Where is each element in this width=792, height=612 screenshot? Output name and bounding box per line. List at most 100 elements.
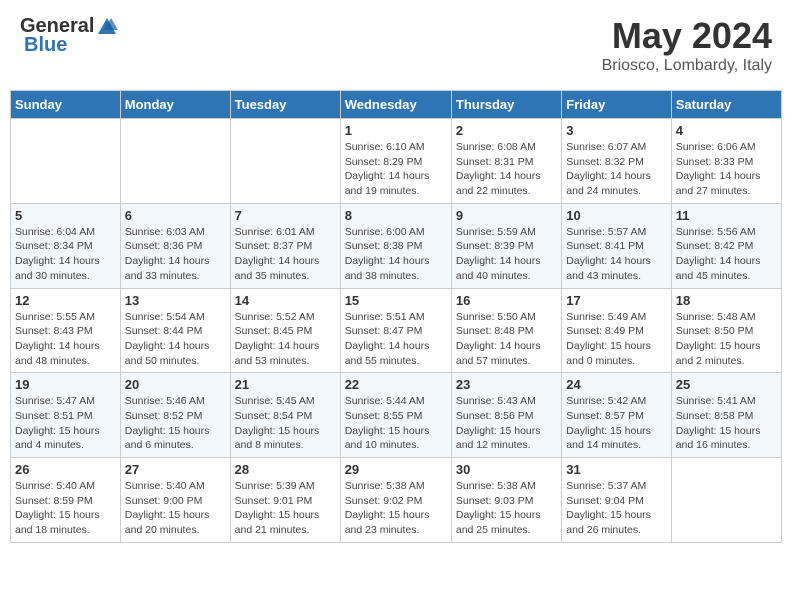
day-of-week-header: Saturday [671,91,781,119]
calendar-day-cell: 7 Sunrise: 6:01 AM Sunset: 8:37 PM Daylig… [230,203,340,288]
day-number: 22 [345,377,447,392]
calendar-day-cell: 8 Sunrise: 6:00 AM Sunset: 8:38 PM Daylig… [340,203,451,288]
day-info: Sunrise: 5:47 AM Sunset: 8:51 PM Dayligh… [15,394,116,453]
calendar-week-row: 5Sunrise: 6:04 AM Sunset: 8:34 PM Daylig… [11,203,782,288]
day-number: 3 [566,123,666,138]
day-number: 4 [676,123,777,138]
day-number: 27 [125,462,226,477]
day-number: 9 [456,208,557,223]
day-number: 28 [235,462,336,477]
calendar-day-cell: 6 Sunrise: 6:03 AM Sunset: 8:36 PM Daylig… [120,203,230,288]
day-number: 10 [566,208,666,223]
calendar-week-row: 26 Sunrise: 5:40 AM Sunset: 8:59 PM Dayli… [11,458,782,543]
calendar-day-cell: 1 Sunrise: 6:10 AM Sunset: 8:29 PM Daylig… [340,119,451,204]
calendar-day-cell: 9 Sunrise: 5:59 AM Sunset: 8:39 PM Daylig… [451,203,561,288]
calendar-day-cell: 23 Sunrise: 5:43 AM Sunset: 8:56 PM Dayli… [451,373,561,458]
day-info: Sunrise: 5:59 AM Sunset: 8:39 PM Dayligh… [456,225,557,284]
day-number: 26 [15,462,116,477]
calendar-day-cell: 13 Sunrise: 5:54 AM Sunset: 8:44 PM Dayli… [120,288,230,373]
calendar-day-cell: 24 Sunrise: 5:42 AM Sunset: 8:57 PM Dayli… [562,373,671,458]
calendar-day-cell: 14Sunrise: 5:52 AM Sunset: 8:45 PM Dayli… [230,288,340,373]
day-info: Sunrise: 5:45 AM Sunset: 8:54 PM Dayligh… [235,394,336,453]
day-number: 7 [235,208,336,223]
day-number: 12 [15,293,116,308]
day-number: 8 [345,208,447,223]
day-info: Sunrise: 5:55 AM Sunset: 8:43 PM Dayligh… [15,310,116,369]
day-info: Sunrise: 6:06 AM Sunset: 8:33 PM Dayligh… [676,140,777,199]
logo-icon [96,16,118,38]
day-number: 24 [566,377,666,392]
calendar-day-cell: 25 Sunrise: 5:41 AM Sunset: 8:58 PM Dayli… [671,373,781,458]
calendar-day-cell [120,119,230,204]
calendar-header-row: SundayMondayTuesdayWednesdayThursdayFrid… [11,91,782,119]
day-info: Sunrise: 5:56 AM Sunset: 8:42 PM Dayligh… [676,225,777,284]
calendar-day-cell: 16 Sunrise: 5:50 AM Sunset: 8:48 PM Dayli… [451,288,561,373]
location: Briosco, Lombardy, Italy [602,57,772,75]
day-number: 15 [345,293,447,308]
calendar-day-cell [11,119,121,204]
day-of-week-header: Sunday [11,91,121,119]
day-info: Sunrise: 5:41 AM Sunset: 8:58 PM Dayligh… [676,394,777,453]
day-info: Sunrise: 5:37 AM Sunset: 9:04 PM Dayligh… [566,479,666,538]
day-info: Sunrise: 6:03 AM Sunset: 8:36 PM Dayligh… [125,225,226,284]
day-number: 2 [456,123,557,138]
day-number: 25 [676,377,777,392]
calendar-day-cell: 27 Sunrise: 5:40 AM Sunset: 9:00 PM Dayli… [120,458,230,543]
day-info: Sunrise: 5:54 AM Sunset: 8:44 PM Dayligh… [125,310,226,369]
calendar-day-cell: 2 Sunrise: 6:08 AM Sunset: 8:31 PM Daylig… [451,119,561,204]
day-info: Sunrise: 5:43 AM Sunset: 8:56 PM Dayligh… [456,394,557,453]
day-number: 30 [456,462,557,477]
calendar-day-cell: 12 Sunrise: 5:55 AM Sunset: 8:43 PM Dayli… [11,288,121,373]
day-info: Sunrise: 5:40 AM Sunset: 9:00 PM Dayligh… [125,479,226,538]
page-header: General Blue May 2024 Briosco, Lombardy,… [10,10,782,80]
day-of-week-header: Friday [562,91,671,119]
day-info: Sunrise: 5:40 AM Sunset: 8:59 PM Dayligh… [15,479,116,538]
calendar-day-cell: 11 Sunrise: 5:56 AM Sunset: 8:42 PM Dayli… [671,203,781,288]
day-info: Sunrise: 6:04 AM Sunset: 8:34 PM Dayligh… [15,225,116,284]
day-info: Sunrise: 5:42 AM Sunset: 8:57 PM Dayligh… [566,394,666,453]
day-info: Sunrise: 5:49 AM Sunset: 8:49 PM Dayligh… [566,310,666,369]
day-info: Sunrise: 5:46 AM Sunset: 8:52 PM Dayligh… [125,394,226,453]
day-number: 31 [566,462,666,477]
calendar-day-cell: 28 Sunrise: 5:39 AM Sunset: 9:01 PM Dayli… [230,458,340,543]
day-info: Sunrise: 5:57 AM Sunset: 8:41 PM Dayligh… [566,225,666,284]
day-number: 23 [456,377,557,392]
day-info: Sunrise: 6:07 AM Sunset: 8:32 PM Dayligh… [566,140,666,199]
day-info: Sunrise: 6:00 AM Sunset: 8:38 PM Dayligh… [345,225,447,284]
calendar-day-cell [671,458,781,543]
day-info: Sunrise: 5:39 AM Sunset: 9:01 PM Dayligh… [235,479,336,538]
calendar-day-cell: 19Sunrise: 5:47 AM Sunset: 8:51 PM Dayli… [11,373,121,458]
calendar-day-cell: 4 Sunrise: 6:06 AM Sunset: 8:33 PM Daylig… [671,119,781,204]
calendar-day-cell [230,119,340,204]
day-info: Sunrise: 5:51 AM Sunset: 8:47 PM Dayligh… [345,310,447,369]
day-number: 29 [345,462,447,477]
calendar-day-cell: 31 Sunrise: 5:37 AM Sunset: 9:04 PM Dayli… [562,458,671,543]
day-number: 14 [235,293,336,308]
calendar-day-cell: 21 Sunrise: 5:45 AM Sunset: 8:54 PM Dayli… [230,373,340,458]
day-of-week-header: Wednesday [340,91,451,119]
day-number: 18 [676,293,777,308]
day-number: 6 [125,208,226,223]
day-info: Sunrise: 6:08 AM Sunset: 8:31 PM Dayligh… [456,140,557,199]
calendar-day-cell: 17 Sunrise: 5:49 AM Sunset: 8:49 PM Dayli… [562,288,671,373]
logo-blue-text: Blue [24,34,67,57]
calendar-day-cell: 30 Sunrise: 5:38 AM Sunset: 9:03 PM Dayli… [451,458,561,543]
day-info: Sunrise: 6:01 AM Sunset: 8:37 PM Dayligh… [235,225,336,284]
day-info: Sunrise: 5:50 AM Sunset: 8:48 PM Dayligh… [456,310,557,369]
day-number: 1 [345,123,447,138]
day-info: Sunrise: 5:38 AM Sunset: 9:03 PM Dayligh… [456,479,557,538]
day-number: 17 [566,293,666,308]
logo: General Blue [20,15,118,57]
calendar-day-cell: 22Sunrise: 5:44 AM Sunset: 8:55 PM Dayli… [340,373,451,458]
day-number: 13 [125,293,226,308]
day-number: 21 [235,377,336,392]
calendar-day-cell: 26 Sunrise: 5:40 AM Sunset: 8:59 PM Dayli… [11,458,121,543]
calendar-day-cell: 3 Sunrise: 6:07 AM Sunset: 8:32 PM Daylig… [562,119,671,204]
day-number: 11 [676,208,777,223]
day-info: Sunrise: 6:10 AM Sunset: 8:29 PM Dayligh… [345,140,447,199]
calendar-day-cell: 15 Sunrise: 5:51 AM Sunset: 8:47 PM Dayli… [340,288,451,373]
calendar-week-row: 12 Sunrise: 5:55 AM Sunset: 8:43 PM Dayli… [11,288,782,373]
day-info: Sunrise: 5:38 AM Sunset: 9:02 PM Dayligh… [345,479,447,538]
day-of-week-header: Monday [120,91,230,119]
day-number: 16 [456,293,557,308]
